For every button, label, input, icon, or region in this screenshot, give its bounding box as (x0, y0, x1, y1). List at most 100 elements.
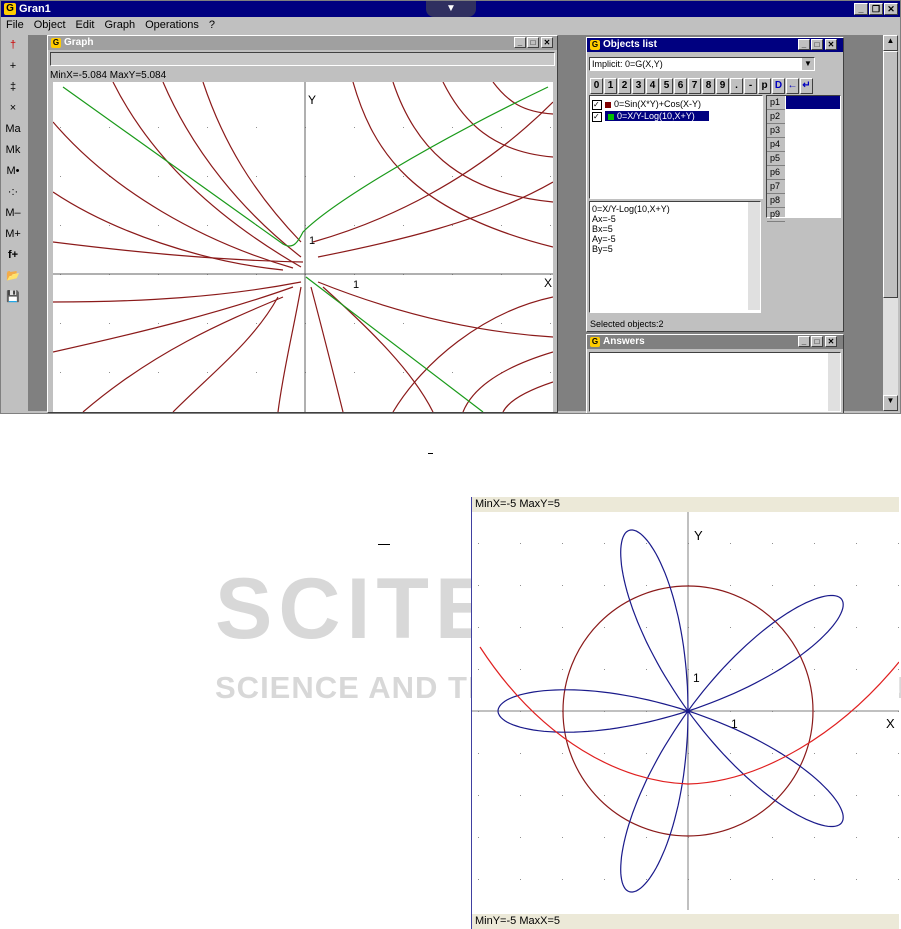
grid-dot (856, 585, 857, 586)
param-p1[interactable]: p1 (767, 96, 785, 110)
tool-mpoint-icon[interactable]: M• (3, 161, 23, 181)
menu-object[interactable]: Object (34, 19, 66, 31)
answers-scrollbar[interactable] (828, 353, 840, 411)
grid-dot (478, 795, 479, 796)
tool-grid-icon[interactable]: ‡ (3, 77, 23, 97)
grid-dot (109, 372, 110, 373)
objects-minimize-button[interactable]: _ (798, 39, 810, 50)
menu-file[interactable]: File (6, 19, 24, 31)
param-p6[interactable]: p6 (767, 166, 785, 180)
scroll-up-icon[interactable]: ▲ (883, 35, 898, 51)
param-p8[interactable]: p8 (767, 194, 785, 208)
backspace-arrow-icon[interactable]: ← (786, 78, 799, 94)
grid-dot (814, 837, 815, 838)
answers-maximize-button[interactable]: □ (811, 336, 823, 347)
key-0[interactable]: 0 (590, 78, 603, 94)
close-button[interactable]: ✕ (884, 3, 898, 15)
param-p3[interactable]: p3 (767, 124, 785, 138)
key-d[interactable]: D (772, 78, 785, 94)
main-scrollbar[interactable]: ▲ ▼ (883, 35, 898, 411)
key-5[interactable]: 5 (660, 78, 673, 94)
key-9[interactable]: 9 (716, 78, 729, 94)
param-p4[interactable]: p4 (767, 138, 785, 152)
rose-parabola-curve (479, 646, 900, 785)
tool-function-icon[interactable]: f+ (3, 245, 23, 265)
graph-minimize-button[interactable]: _ (514, 37, 526, 48)
scroll-thumb[interactable] (883, 51, 898, 298)
object-type-dropdown[interactable]: Implicit: 0=G(X,Y) ▼ (589, 57, 815, 71)
titlebar-dropdown-tab[interactable]: ▼ (426, 1, 476, 17)
key-8[interactable]: 8 (702, 78, 715, 94)
grid-dot (550, 372, 551, 373)
answers-titlebar: G Answers _ □ ✕ (587, 335, 843, 349)
objects-list-window: G Objects list _ □ ✕ Implicit: 0=G(X,Y) ▼… (586, 37, 844, 332)
grid-dot (256, 176, 257, 177)
tool-zoom-in-icon[interactable]: M+ (3, 224, 23, 244)
answers-textarea[interactable] (589, 352, 841, 412)
enter-arrow-icon[interactable]: ↵ (800, 78, 813, 94)
menu-help[interactable]: ? (209, 19, 215, 31)
answers-close-button[interactable]: ✕ (825, 336, 837, 347)
rose-y-label: Y (694, 528, 703, 543)
y-tick-label: 1 (309, 235, 315, 247)
object-info-text[interactable]: 0=X/Y-Log(10,X+Y) Ax=-5 Bx=5 Ay=-5 By=5 (589, 201, 761, 313)
object-row-1[interactable]: ✓ 0=Sin(X*Y)+Cos(X-Y) (590, 98, 762, 110)
grid-dot (730, 753, 731, 754)
key-4[interactable]: 4 (646, 78, 659, 94)
grid-dot (478, 543, 479, 544)
info-scrollbar[interactable] (748, 202, 760, 310)
red-branch (312, 101, 554, 243)
key-minus[interactable]: - (744, 78, 757, 94)
param-value-selected[interactable] (786, 96, 840, 109)
minimize-button[interactable]: _ (854, 3, 868, 15)
save-disk-icon[interactable]: 💾 (3, 287, 23, 307)
param-p9[interactable]: p9 (767, 208, 785, 222)
menu-graph[interactable]: Graph (105, 19, 136, 31)
key-2[interactable]: 2 (618, 78, 631, 94)
param-p5[interactable]: p5 (767, 152, 785, 166)
tool-mk-icon[interactable]: Mk (3, 140, 23, 160)
graph-input-strip[interactable] (50, 52, 555, 66)
param-p7[interactable]: p7 (767, 180, 785, 194)
object-1-checkbox[interactable]: ✓ (592, 99, 602, 110)
answers-minimize-button[interactable]: _ (798, 336, 810, 347)
open-folder-icon[interactable]: 📂 (3, 266, 23, 286)
objects-titlebar: G Objects list _ □ ✕ (587, 38, 843, 52)
tool-point-icon[interactable]: † (3, 35, 23, 55)
tool-cross-icon[interactable]: × (3, 98, 23, 118)
key-6[interactable]: 6 (674, 78, 687, 94)
tool-scatter-icon[interactable]: ·:· (3, 182, 23, 202)
info-line-4: Ay=-5 (592, 234, 616, 244)
grid-dot (60, 323, 61, 324)
objects-close-button[interactable]: ✕ (825, 39, 837, 50)
chevron-down-icon[interactable]: ▼ (802, 58, 814, 70)
menu-operations[interactable]: Operations (145, 19, 199, 31)
param-p2[interactable]: p2 (767, 110, 785, 124)
object-row-2[interactable]: ✓ 0=X/Y-Log(10,X+Y) (590, 110, 762, 122)
grid-dot (646, 753, 647, 754)
rose-plot-area[interactable]: Y X 1 1 (472, 512, 900, 910)
y-axis-label: Y (308, 93, 316, 107)
tool-ma-icon[interactable]: Ma (3, 119, 23, 139)
graph-close-button[interactable]: ✕ (541, 37, 553, 48)
key-dot[interactable]: . (730, 78, 743, 94)
grid-dot (109, 127, 110, 128)
scroll-down-icon[interactable]: ▼ (883, 395, 898, 411)
key-p[interactable]: p (758, 78, 771, 94)
tool-axes-icon[interactable]: + (3, 56, 23, 76)
key-1[interactable]: 1 (604, 78, 617, 94)
key-3[interactable]: 3 (632, 78, 645, 94)
maximize-button[interactable]: ❐ (869, 3, 883, 15)
menu-edit[interactable]: Edit (76, 19, 95, 31)
tool-zoom-out-icon[interactable]: M– (3, 203, 23, 223)
object-2-checkbox[interactable]: ✓ (592, 111, 602, 122)
key-7[interactable]: 7 (688, 78, 701, 94)
objects-maximize-button[interactable]: □ (811, 39, 823, 50)
grid-dot (898, 543, 899, 544)
app-logo-icon: G (4, 3, 16, 15)
graph-plot-area[interactable]: Y X 1 1 (52, 81, 554, 412)
grid-dot (520, 585, 521, 586)
graph-maximize-button[interactable]: □ (527, 37, 539, 48)
grid-dot (109, 323, 110, 324)
graph-logo-icon: G (51, 38, 61, 48)
